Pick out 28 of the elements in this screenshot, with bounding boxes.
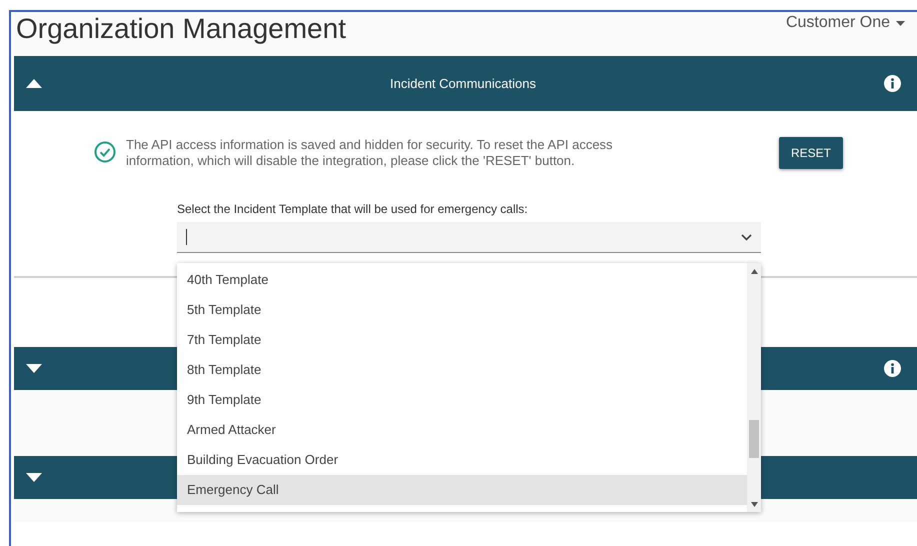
scroll-down-icon[interactable] (750, 502, 758, 507)
dropdown-option[interactable]: Emergency Call (177, 475, 747, 505)
chevron-down-icon (741, 234, 752, 240)
info-icon[interactable] (884, 360, 901, 377)
dropdown-option[interactable]: 9th Template (177, 385, 747, 415)
dropdown-option[interactable]: 8th Template (177, 355, 747, 385)
account-menu[interactable]: Customer One (786, 12, 905, 34)
info-icon[interactable] (884, 75, 901, 92)
expand-arrow-icon[interactable] (26, 364, 42, 373)
scrollbar-thumb[interactable] (749, 420, 759, 458)
scroll-up-icon[interactable] (750, 269, 758, 274)
panel-header[interactable]: Incident Communications (14, 56, 917, 111)
check-circle-icon (94, 141, 116, 163)
dropdown-option[interactable]: Building Evacuation Order (177, 445, 747, 475)
info-message: The API access information is saved and hidden for security. To reset the API access information, which will disable the integration, please click the 'RESET' button. (126, 137, 614, 169)
scrollbar[interactable] (747, 263, 761, 512)
caret-icon (896, 20, 905, 26)
dropdown-option[interactable]: 40th Template (177, 265, 747, 295)
dropdown-option[interactable]: Armed Attacker (177, 415, 747, 445)
dropdown-option[interactable]: 5th Template (177, 295, 747, 325)
expand-arrow-icon[interactable] (26, 473, 42, 482)
template-select[interactable] (177, 222, 761, 253)
field-label: Select the Incident Template that will be used for emergency calls: (177, 202, 529, 216)
collapse-arrow-icon[interactable] (26, 79, 42, 88)
dropdown-option[interactable]: 7th Template (177, 325, 747, 355)
page-title: Organization Management (16, 12, 346, 46)
reset-button[interactable]: RESET (779, 137, 844, 169)
panel-title: Incident Communications (389, 76, 537, 91)
